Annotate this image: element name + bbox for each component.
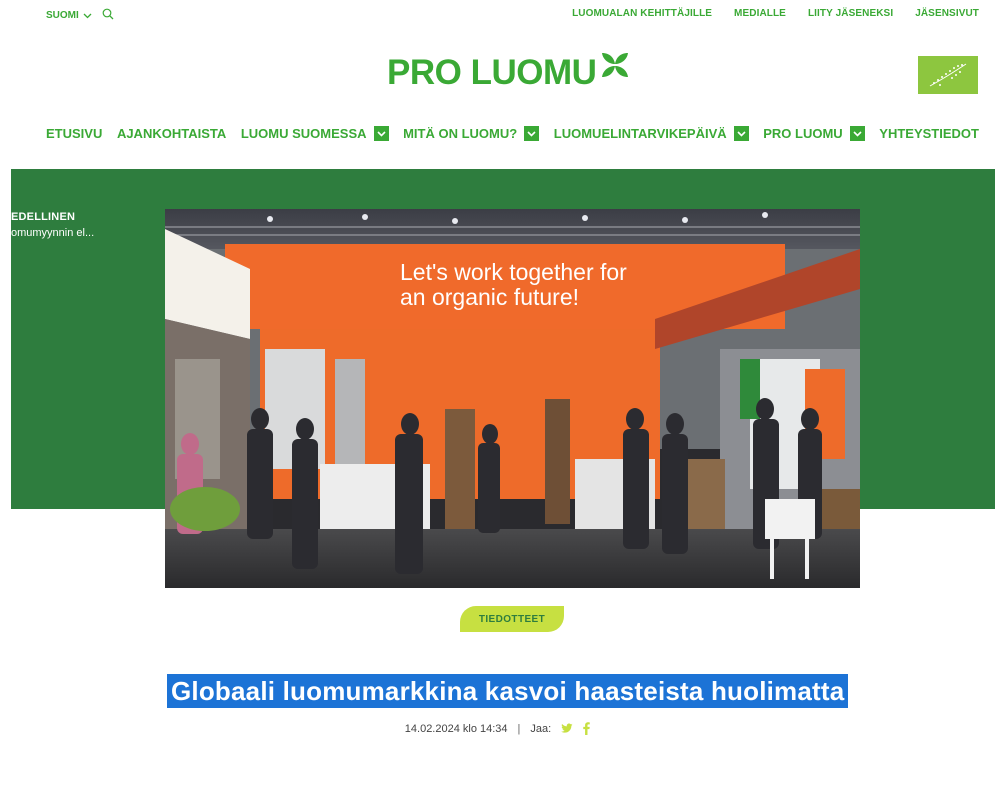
article-meta: 14.02.2024 klo 14:34 | Jaa:	[0, 722, 995, 735]
banner-text-line1: Let's work together for	[400, 259, 627, 285]
top-link-jasensivut[interactable]: JÄSENSIVUT	[915, 8, 979, 19]
nav-label: YHTEYSTIEDOT	[879, 126, 979, 141]
nav-item-luomuelintarvikepaiva[interactable]: LUOMUELINTARVIKEPÄIVÄ	[554, 126, 749, 141]
nav-label: AJANKOHTAISTA	[116, 126, 227, 141]
nav-item-luomu-suomessa[interactable]: LUOMU SUOMESSA	[241, 126, 389, 141]
nav-label: LUOMUELINTARVIKEPÄIVÄ	[553, 126, 727, 141]
top-utility-bar: SUOMI LUOMUALAN KEHITTÄJILLE MEDIALLE LI…	[0, 0, 995, 30]
article-hero-image: Let's work together for an organic futur…	[165, 209, 860, 588]
chevron-down-icon[interactable]	[373, 126, 389, 141]
previous-title: omumyynnin el...	[11, 227, 95, 239]
logo-text: PRO LUOMU	[387, 53, 597, 92]
top-link-liity[interactable]: LIITY JÄSENEKSI	[808, 8, 893, 19]
nav-label: LUOMU SUOMESSA	[240, 126, 367, 141]
nav-item-yhteystiedot[interactable]: YHTEYSTIEDOT	[879, 126, 979, 141]
main-navigation: ETUSIVU AJANKOHTAISTA LUOMU SUOMESSA MIT…	[46, 126, 979, 141]
nav-label: PRO LUOMU	[763, 126, 843, 141]
nav-label: MITÄ ON LUOMU?	[403, 126, 518, 141]
top-links: LUOMUALAN KEHITTÄJILLE MEDIALLE LIITY JÄ…	[572, 8, 979, 19]
banner-text-line2: an organic future!	[400, 284, 579, 310]
nav-label: ETUSIVU	[46, 126, 103, 141]
top-link-medialle[interactable]: MEDIALLE	[734, 8, 786, 19]
chevron-down-icon[interactable]	[849, 126, 865, 141]
nav-item-etusivu[interactable]: ETUSIVU	[46, 126, 102, 141]
previous-label: EDELLINEN	[11, 211, 76, 223]
search-icon[interactable]	[102, 8, 114, 23]
site-logo[interactable]: PRO LUOMU	[387, 50, 630, 93]
top-link-kehittajille[interactable]: LUOMUALAN KEHITTÄJILLE	[572, 8, 712, 19]
publish-date: 14.02.2024 klo 14:34	[404, 722, 508, 735]
meta-separator: |	[517, 722, 521, 735]
chevron-down-icon[interactable]	[733, 126, 749, 141]
nav-item-pro-luomu[interactable]: PRO LUOMU	[763, 126, 865, 141]
leaf-cross-icon	[600, 50, 630, 85]
chevron-down-icon[interactable]	[524, 126, 540, 141]
chevron-down-icon	[83, 11, 92, 21]
language-selector[interactable]: SUOMI	[46, 8, 114, 23]
category-tag[interactable]: TIEDOTTEET	[460, 606, 564, 632]
twitter-icon[interactable]	[561, 723, 573, 734]
previous-article-link[interactable]: EDELLINEN omumyynnin el...	[11, 211, 94, 239]
nav-item-ajankohtaista[interactable]: AJANKOHTAISTA	[117, 126, 226, 141]
nav-item-mita-on-luomu[interactable]: MITÄ ON LUOMU?	[403, 126, 540, 141]
language-label: SUOMI	[46, 10, 79, 21]
facebook-icon[interactable]	[583, 722, 590, 735]
share-label: Jaa:	[530, 722, 552, 735]
eu-organic-logo	[918, 56, 978, 94]
article-title: Globaali luomumarkkina kasvoi haasteista…	[167, 674, 849, 709]
